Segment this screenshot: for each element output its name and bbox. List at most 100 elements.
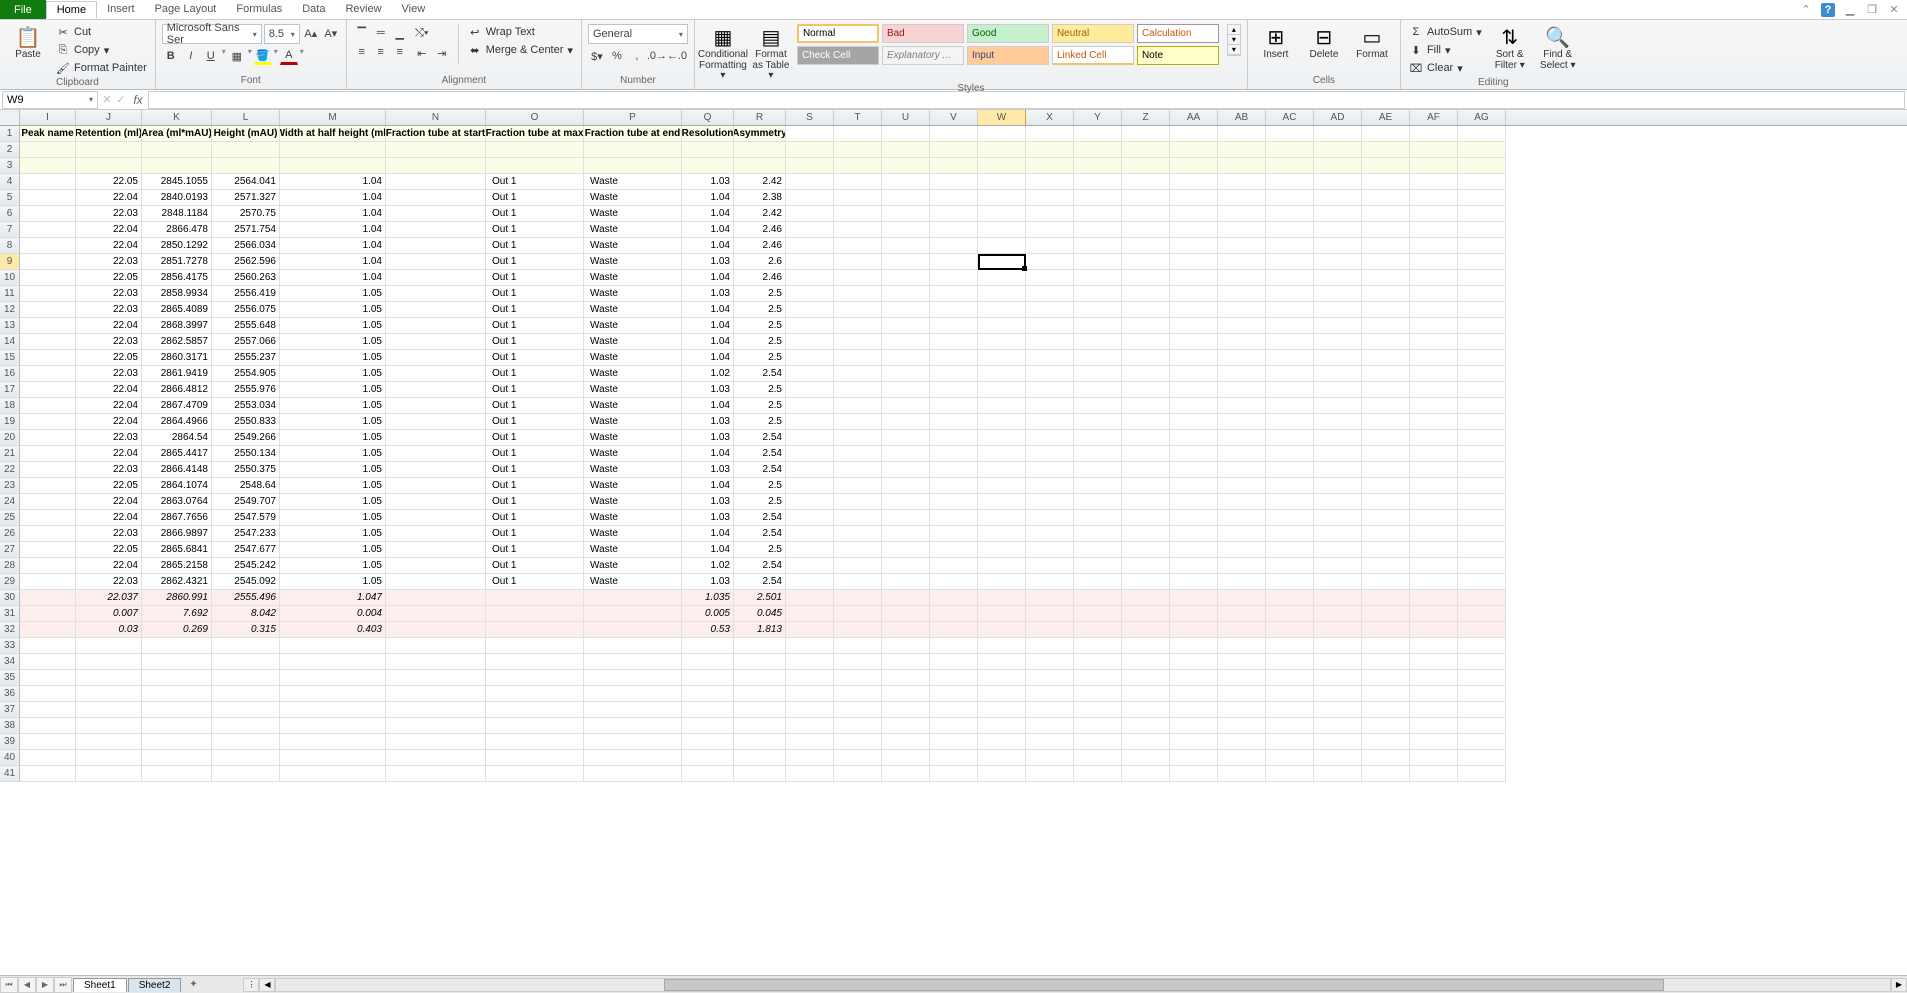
cell[interactable] bbox=[1266, 590, 1314, 606]
cell[interactable] bbox=[1266, 494, 1314, 510]
cell[interactable] bbox=[786, 190, 834, 206]
cell[interactable]: 2.5 bbox=[734, 398, 786, 414]
cell[interactable] bbox=[1170, 222, 1218, 238]
cell[interactable] bbox=[76, 702, 142, 718]
cell[interactable] bbox=[1314, 750, 1362, 766]
row-header-21[interactable]: 21 bbox=[0, 446, 20, 462]
cell[interactable] bbox=[834, 286, 882, 302]
cell[interactable]: 1.05 bbox=[280, 398, 386, 414]
cell[interactable] bbox=[882, 494, 930, 510]
cell[interactable] bbox=[1074, 366, 1122, 382]
cell[interactable] bbox=[1362, 606, 1410, 622]
cell[interactable] bbox=[1266, 318, 1314, 334]
cell[interactable]: 1.04 bbox=[682, 222, 734, 238]
cell[interactable] bbox=[786, 206, 834, 222]
tab-data[interactable]: Data bbox=[292, 1, 335, 18]
cell[interactable] bbox=[786, 238, 834, 254]
cell[interactable] bbox=[1074, 334, 1122, 350]
cell[interactable] bbox=[212, 158, 280, 174]
cell[interactable] bbox=[786, 718, 834, 734]
cell[interactable] bbox=[1410, 126, 1458, 142]
row-header-5[interactable]: 5 bbox=[0, 190, 20, 206]
bold-button[interactable]: B bbox=[162, 47, 180, 65]
cell[interactable] bbox=[882, 702, 930, 718]
cell[interactable] bbox=[786, 446, 834, 462]
cell[interactable] bbox=[1314, 174, 1362, 190]
cell[interactable] bbox=[882, 510, 930, 526]
cell[interactable] bbox=[1122, 254, 1170, 270]
cell[interactable] bbox=[1458, 526, 1506, 542]
cell[interactable] bbox=[1074, 254, 1122, 270]
cell[interactable] bbox=[1074, 622, 1122, 638]
cell[interactable] bbox=[142, 734, 212, 750]
cell[interactable]: 0.269 bbox=[142, 622, 212, 638]
cell[interactable]: 2547.233 bbox=[212, 526, 280, 542]
cell[interactable] bbox=[834, 574, 882, 590]
cell[interactable] bbox=[584, 622, 682, 638]
cell[interactable] bbox=[280, 702, 386, 718]
cell[interactable]: 1.04 bbox=[682, 542, 734, 558]
cell[interactable] bbox=[930, 462, 978, 478]
cell[interactable]: 1.04 bbox=[682, 398, 734, 414]
cell[interactable]: 2850.1292 bbox=[142, 238, 212, 254]
cell[interactable] bbox=[882, 478, 930, 494]
autosum-button[interactable]: ΣAutoSum▾ bbox=[1407, 24, 1484, 40]
cell[interactable] bbox=[1026, 622, 1074, 638]
cell[interactable] bbox=[930, 206, 978, 222]
cell[interactable] bbox=[882, 750, 930, 766]
cell[interactable] bbox=[20, 734, 76, 750]
cell[interactable] bbox=[1266, 510, 1314, 526]
cell[interactable]: 7.692 bbox=[142, 606, 212, 622]
cell[interactable]: 1.04 bbox=[682, 350, 734, 366]
cell[interactable] bbox=[584, 686, 682, 702]
cell[interactable] bbox=[734, 670, 786, 686]
sheet-tab-sheet2[interactable]: Sheet2 bbox=[128, 978, 182, 992]
cell[interactable] bbox=[1218, 254, 1266, 270]
cell[interactable] bbox=[1314, 270, 1362, 286]
cell[interactable]: 2848.1184 bbox=[142, 206, 212, 222]
cell[interactable] bbox=[1122, 142, 1170, 158]
cell[interactable] bbox=[1218, 334, 1266, 350]
cell[interactable] bbox=[1218, 302, 1266, 318]
cell[interactable]: 0.005 bbox=[682, 606, 734, 622]
cell[interactable] bbox=[1218, 574, 1266, 590]
cell[interactable] bbox=[786, 286, 834, 302]
cell[interactable] bbox=[734, 734, 786, 750]
cell[interactable] bbox=[1074, 142, 1122, 158]
cell[interactable] bbox=[386, 510, 486, 526]
cell[interactable]: 2547.677 bbox=[212, 542, 280, 558]
cell[interactable] bbox=[1266, 750, 1314, 766]
cell[interactable] bbox=[930, 670, 978, 686]
cell[interactable] bbox=[978, 750, 1026, 766]
cell[interactable]: Out 1 bbox=[486, 526, 584, 542]
cell[interactable]: 2.5 bbox=[734, 334, 786, 350]
tab-review[interactable]: Review bbox=[335, 1, 391, 18]
cell[interactable]: Out 1 bbox=[486, 446, 584, 462]
cell[interactable] bbox=[1266, 446, 1314, 462]
cell[interactable] bbox=[142, 158, 212, 174]
cell[interactable] bbox=[1074, 670, 1122, 686]
spreadsheet-grid[interactable]: IJKLMNOPQRSTUVWXYZAAABACADAEAFAG 1234567… bbox=[0, 110, 1907, 975]
cell[interactable]: 2861.9419 bbox=[142, 366, 212, 382]
cell[interactable] bbox=[978, 670, 1026, 686]
cell[interactable] bbox=[1410, 366, 1458, 382]
cell[interactable] bbox=[882, 670, 930, 686]
cell[interactable] bbox=[1170, 718, 1218, 734]
cell[interactable] bbox=[1074, 414, 1122, 430]
cell[interactable]: 2845.1055 bbox=[142, 174, 212, 190]
cell[interactable] bbox=[486, 638, 584, 654]
cell[interactable] bbox=[682, 158, 734, 174]
cell[interactable] bbox=[1026, 574, 1074, 590]
cell[interactable] bbox=[486, 606, 584, 622]
cell[interactable]: Out 1 bbox=[486, 430, 584, 446]
cell[interactable] bbox=[386, 638, 486, 654]
cell[interactable] bbox=[834, 142, 882, 158]
cell[interactable] bbox=[20, 318, 76, 334]
cell[interactable] bbox=[1266, 126, 1314, 142]
cell[interactable]: 1.04 bbox=[280, 174, 386, 190]
cell[interactable] bbox=[1170, 590, 1218, 606]
cell[interactable] bbox=[978, 574, 1026, 590]
cell[interactable] bbox=[1266, 478, 1314, 494]
cell[interactable] bbox=[20, 702, 76, 718]
cell[interactable]: 2547.579 bbox=[212, 510, 280, 526]
